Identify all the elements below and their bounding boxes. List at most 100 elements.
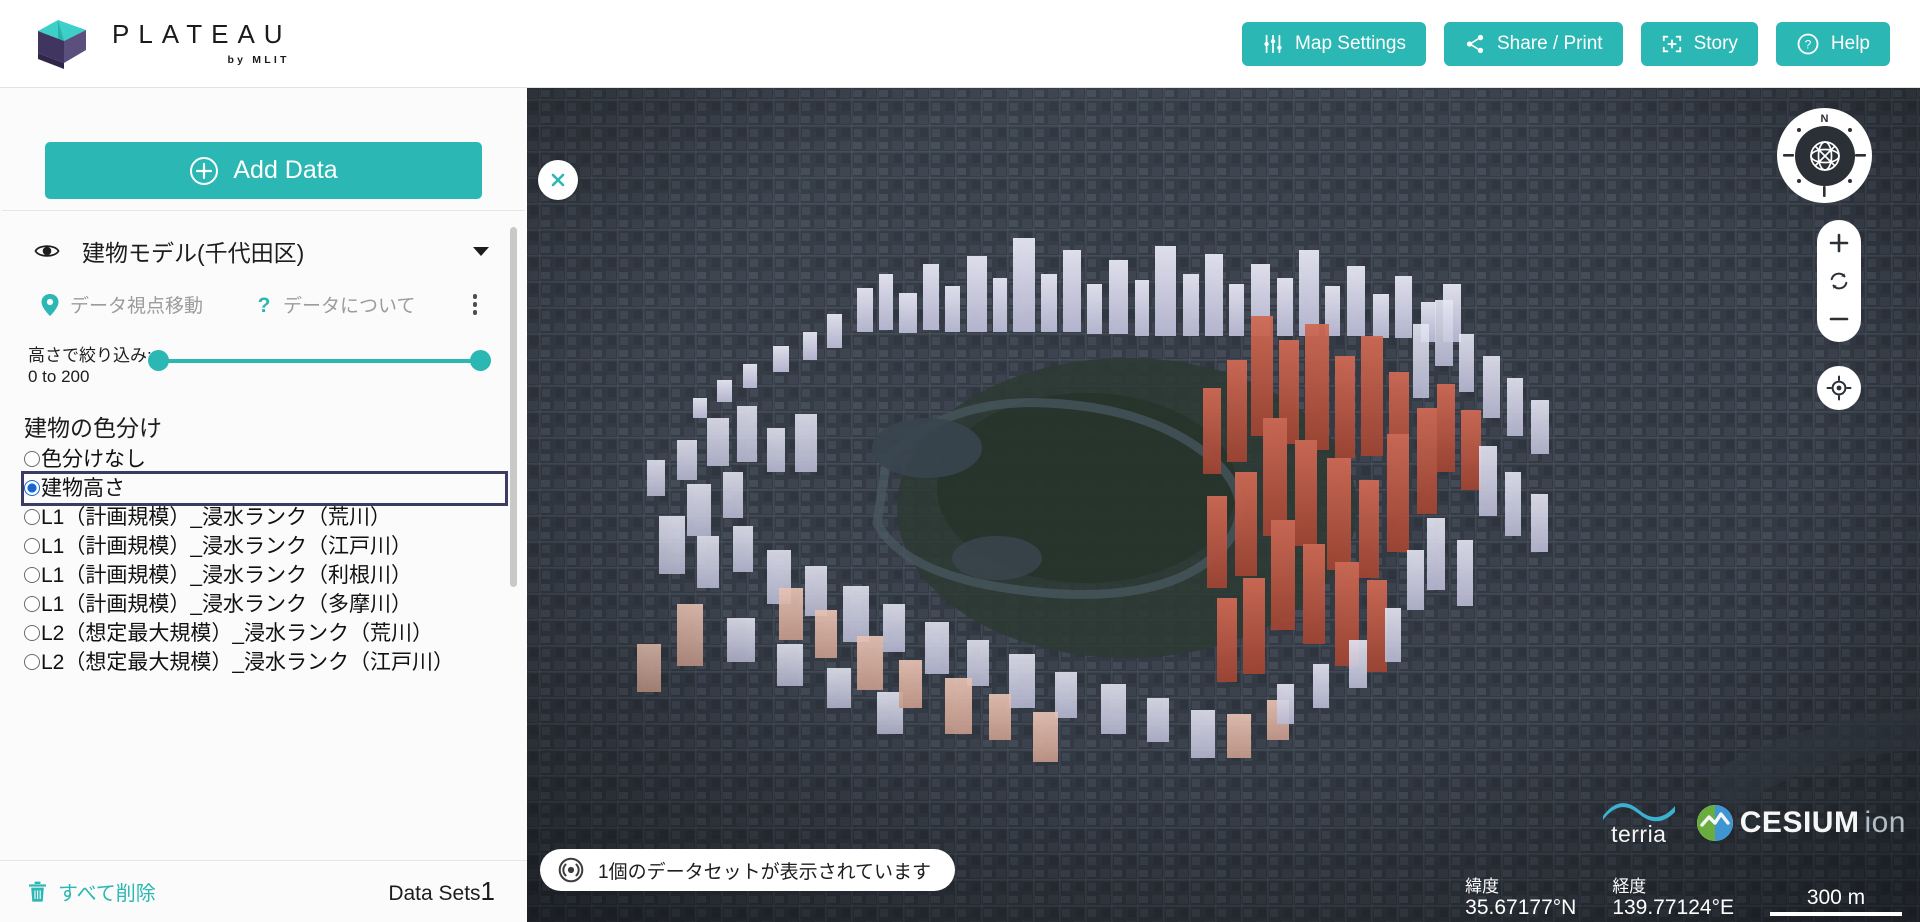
colorize-option-label: L1（計画規模）_浸水ランク（利根川） [41,564,413,588]
zoom-in-button[interactable] [1822,229,1856,257]
trash-icon [29,881,46,902]
help-label: Help [1830,32,1870,54]
colorize-radio-group: 色分けなし 建物高さ L1（計画規模）_浸水ランク（荒川） L1（計画規模）_浸… [14,445,509,677]
plateau-view-app: PLATEAU by MLIT Map Settings Share / Pri… [0,0,1920,922]
zoom-to-data-label: データ視点移動 [70,296,204,317]
colorize-section-title: 建物の色分け [24,415,162,442]
workbench-scroll-area: 建物モデル(千代田区) データ視点移動 ? データについて 高さで絞り込み: 0… [0,211,527,687]
kebab-menu-icon[interactable] [472,294,477,315]
colorize-option-label: L2（想定最大規模）_浸水ランク（荒川） [41,622,434,646]
story-button[interactable]: Story [1640,21,1758,66]
map-credits: terria CESIUM ion [1601,798,1906,848]
share-print-label: Share / Print [1496,32,1603,54]
latitude-readout: 緯度 35.67177°N [1465,877,1576,920]
share-icon [1466,34,1484,53]
colorize-option-1[interactable]: 建物高さ [21,471,508,507]
colorize-option-5[interactable]: L1（計画規模）_浸水ランク（多摩川） [24,590,505,619]
height-filter-slider[interactable] [147,350,491,372]
cesium-globe-icon [1696,805,1733,841]
colorize-option-6[interactable]: L2（想定最大規模）_浸水ランク（荒川） [24,619,505,648]
chevron-down-icon[interactable] [473,246,489,256]
cesium-wordmark: CESIUM [1739,806,1860,839]
radio-indicator [24,538,40,555]
about-data-button[interactable]: ? データについて [255,291,416,318]
longitude-label: 経度 [1612,877,1647,897]
scale-bar-label: 300 m [1806,886,1866,909]
zoom-out-button[interactable] [1822,305,1856,333]
reset-view-button[interactable] [1822,267,1856,295]
add-data-label: Add Data [233,156,338,184]
datasets-displayed-toast: 1個のデータセットが表示されています [540,849,955,891]
height-filter-label: 高さで絞り込み: 0 to 200 [28,346,152,387]
story-label: Story [1693,32,1738,54]
crosshair-icon [1826,375,1852,401]
sliders-icon [1264,34,1282,53]
plateau-logo-icon [38,19,86,69]
colorize-option-label: L1（計画規模）_浸水ランク（荒川） [41,506,392,530]
map-pin-icon [41,293,59,316]
workbench-scrollbar[interactable] [510,227,517,587]
refresh-icon [1830,272,1848,290]
layer-title: 建物モデル(千代田区) [82,240,305,266]
geolocate-button[interactable] [1817,366,1861,410]
workbench-footer: すべて削除 Data Sets 1 [0,860,527,922]
map-viewport[interactable]: N 1個のデータセットが表示されています terria CESIUM ion 緯… [527,88,1920,922]
height-filter: 高さで絞り込み: 0 to 200 [14,332,509,387]
slider-knob-max[interactable] [470,350,491,371]
layer-header: 建物モデル(千代田区) [14,229,509,273]
slider-track [151,359,487,363]
help-button[interactable]: ? Help [1775,21,1890,66]
brand-subtitle: by MLIT [227,54,290,66]
colorize-option-label: 色分けなし [41,448,146,472]
colorize-option-label: L1（計画規模）_浸水ランク（江戸川） [41,535,413,559]
zoom-controls [1817,220,1861,342]
height-filter-range: 0 to 200 [28,366,90,386]
scale-bar: 300 m [1770,886,1902,920]
cesium-3d-globe-canvas [527,88,1920,922]
colorize-option-label: L2（想定最大規模）_浸水ランク（江戸川） [41,651,455,675]
colorize-option-2[interactable]: L1（計画規模）_浸水ランク（荒川） [24,503,505,532]
close-icon [551,173,565,187]
remove-all-button[interactable]: すべて削除 [28,877,156,906]
radio-indicator [24,596,40,613]
colorize-option-3[interactable]: L1（計画規模）_浸水ランク（江戸川） [24,532,505,561]
app-header: PLATEAU by MLIT Map Settings Share / Pri… [0,0,1920,88]
brand-title: PLATEAU [112,19,292,49]
zoom-to-data-button[interactable]: データ視点移動 [40,291,203,318]
longitude-readout: 経度 139.77124°E [1612,877,1734,920]
datasets-label: Data Sets [388,882,481,905]
datasets-count: 1 [480,876,495,906]
question-mark-icon: ? [258,294,271,317]
slider-knob-min[interactable] [147,350,169,371]
radio-indicator [24,625,40,642]
radio-indicator [24,509,40,526]
plus-circle-icon [190,156,219,185]
close-panel-button[interactable] [538,160,578,200]
radio-indicator [24,567,40,584]
workbench-panel: Add Data 建物モデル(千代田区) データ視点移動 ? データについて 高… [0,88,527,922]
longitude-value: 139.77124°E [1612,896,1734,920]
map-status-bar: 緯度 35.67177°N 経度 139.77124°E 300 m [1465,877,1920,922]
colorize-option-7[interactable]: L2（想定最大規模）_浸水ランク（江戸川） [24,648,505,677]
add-data-button[interactable]: Add Data [45,142,482,199]
scale-bar-line [1770,912,1902,916]
workbench-items: 建物モデル(千代田区) データ視点移動 ? データについて 高さで絞り込み: 0… [0,211,527,860]
remove-all-label: すべて削除 [58,883,156,905]
map-settings-label: Map Settings [1295,32,1406,54]
header-actions: Map Settings Share / Print Story ? Help [1242,21,1890,66]
broadcast-icon [558,857,584,883]
brand-logo[interactable]: PLATEAU by MLIT [34,17,292,71]
map-settings-button[interactable]: Map Settings [1242,21,1426,66]
radio-indicator [24,654,40,671]
terria-logo[interactable]: terria [1601,798,1677,848]
colorize-option-4[interactable]: L1（計画規模）_浸水ランク（利根川） [24,561,505,590]
plus-icon [1829,233,1849,253]
svg-text:?: ? [1805,37,1812,51]
share-print-button[interactable]: Share / Print [1443,21,1623,66]
eye-icon[interactable] [34,238,60,264]
radio-indicator [24,480,40,497]
datasets-counter: Data Sets 1 [388,876,495,907]
colorize-option-0[interactable]: 色分けなし [24,445,505,474]
compass-control[interactable]: N [1777,108,1872,203]
cesium-ion-logo[interactable]: CESIUM ion [1695,803,1906,843]
